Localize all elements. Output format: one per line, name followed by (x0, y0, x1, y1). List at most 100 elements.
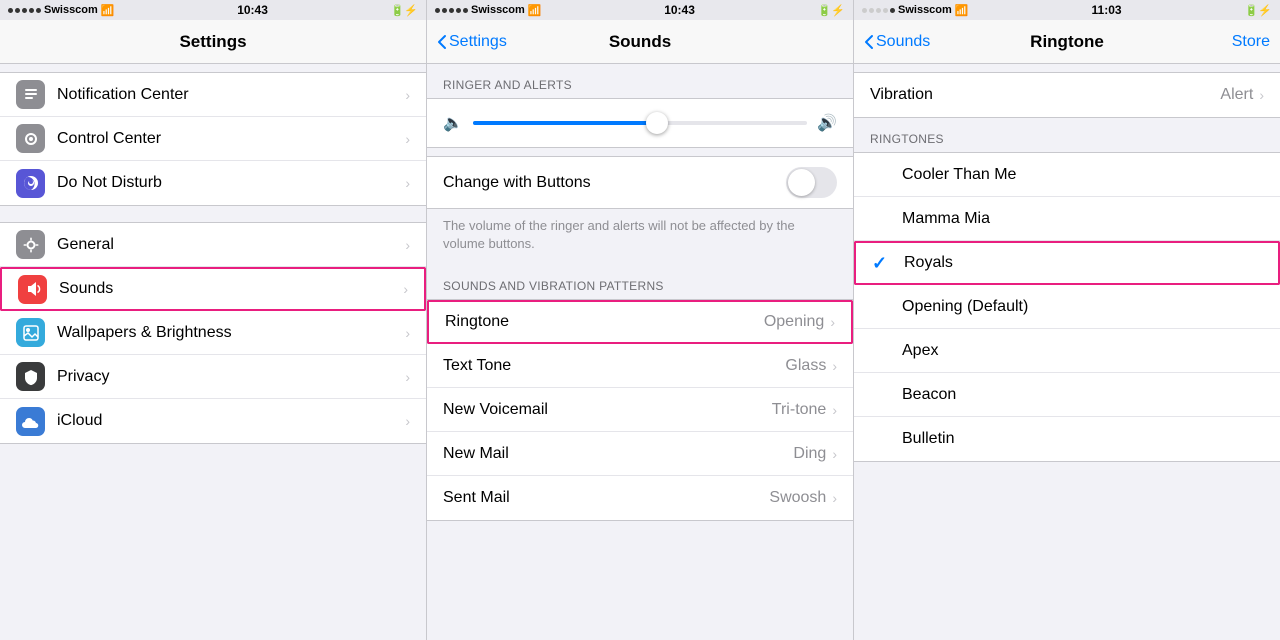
patterns-section-header: SOUNDS AND VIBRATION PATTERNS (427, 265, 853, 299)
chevron-icon: › (832, 402, 837, 418)
sounds-label: Sounds (59, 280, 403, 298)
chevron-icon: › (405, 325, 410, 341)
ringtone-item-opening[interactable]: Opening (Default) (854, 285, 1280, 329)
settings-item-wallpapers[interactable]: Wallpapers & Brightness › (0, 311, 426, 355)
new-voicemail-value: Tri-tone (772, 401, 827, 419)
sounds-item-ringtone[interactable]: Ringtone Opening › (427, 300, 853, 344)
control-center-icon (16, 124, 45, 153)
sounds-item-text-tone[interactable]: Text Tone Glass › (427, 344, 853, 388)
privacy-icon (16, 362, 45, 391)
new-mail-label: New Mail (443, 445, 793, 463)
ringtone-label-royals: Royals (904, 254, 1262, 272)
time-3: 11:03 (1092, 3, 1122, 17)
sounds-item-new-mail[interactable]: New Mail Ding › (427, 432, 853, 476)
settings-item-general[interactable]: General › (0, 223, 426, 267)
check-icon-opening (870, 296, 892, 317)
chevron-icon: › (405, 369, 410, 385)
volume-high-icon: 🔊 (817, 113, 837, 133)
settings-item-notification-center[interactable]: Notification Center › (0, 73, 426, 117)
check-icon-beacon (870, 384, 892, 405)
text-tone-value: Glass (785, 357, 826, 375)
change-with-buttons-toggle[interactable] (786, 167, 837, 198)
volume-low-icon: 🔈 (443, 113, 463, 133)
change-with-buttons-row: Change with Buttons (427, 156, 853, 209)
status-bar-3: Swisscom 📶 11:03 🔋⚡ (854, 0, 1280, 20)
ringtone-label-beacon: Beacon (902, 386, 1264, 404)
status-right-3: 🔋⚡ (1245, 4, 1272, 17)
chevron-icon: › (405, 87, 410, 103)
signal-dots-1 (8, 8, 41, 13)
store-button[interactable]: Store (1232, 33, 1270, 51)
settings-list-2: General › Sounds › Wallpapers & Brightne… (0, 222, 426, 444)
sounds-panel: Swisscom 📶 10:43 🔋⚡ Settings Sounds RING… (427, 0, 854, 640)
sounds-item-sent-mail[interactable]: Sent Mail Swoosh › (427, 476, 853, 520)
sent-mail-value: Swoosh (769, 489, 826, 507)
sounds-back-button[interactable]: Settings (437, 33, 507, 51)
sent-mail-label: Sent Mail (443, 489, 769, 507)
status-bar-2: Swisscom 📶 10:43 🔋⚡ (427, 0, 853, 20)
status-left-2: Swisscom 📶 (435, 4, 542, 17)
settings-item-privacy[interactable]: Privacy › (0, 355, 426, 399)
icloud-label: iCloud (57, 412, 405, 430)
sounds-title: Sounds (609, 32, 671, 52)
battery-icon-2: 🔋⚡ (818, 4, 845, 17)
ringtone-nav-bar: Sounds Ringtone Store (854, 20, 1280, 64)
wallpapers-label: Wallpapers & Brightness (57, 324, 405, 342)
settings-item-do-not-disturb[interactable]: Do Not Disturb › (0, 161, 426, 205)
volume-slider-track[interactable] (473, 121, 807, 125)
text-tone-label: Text Tone (443, 357, 785, 375)
settings-item-control-center[interactable]: Control Center › (0, 117, 426, 161)
ringtone-item-cooler-than-me[interactable]: Cooler Than Me (854, 153, 1280, 197)
ringtone-item-mamma-mia[interactable]: Mamma Mia (854, 197, 1280, 241)
vibration-row[interactable]: Vibration Alert › (854, 73, 1280, 117)
ringtone-label-opening: Opening (Default) (902, 298, 1264, 316)
chevron-icon: › (832, 490, 837, 506)
wallpaper-icon (16, 318, 45, 347)
change-with-buttons-label: Change with Buttons (443, 174, 786, 192)
ringtone-back-button[interactable]: Sounds (864, 33, 930, 51)
ringer-slider-container: 🔈 🔊 (427, 98, 853, 148)
time-2: 10:43 (664, 3, 695, 17)
check-icon-cooler (870, 164, 892, 185)
ringtone-label: Ringtone (445, 313, 764, 331)
chevron-icon: › (403, 281, 408, 297)
sounds-item-new-voicemail[interactable]: New Voicemail Tri-tone › (427, 388, 853, 432)
settings-item-icloud[interactable]: iCloud › (0, 399, 426, 443)
status-right-1: 🔋⚡ (391, 4, 418, 17)
ringtone-label-bulletin: Bulletin (902, 430, 1264, 448)
settings-item-sounds[interactable]: Sounds › (0, 267, 426, 311)
chevron-icon: › (405, 413, 410, 429)
notification-center-label: Notification Center (57, 86, 405, 104)
chevron-icon: › (830, 314, 835, 330)
ringtones-list: Cooler Than Me Mamma Mia ✓ Royals Openin… (854, 152, 1280, 462)
notification-center-icon (16, 80, 45, 109)
ringtone-item-apex[interactable]: Apex (854, 329, 1280, 373)
do-not-disturb-icon (16, 169, 45, 198)
battery-icon-3: 🔋⚡ (1245, 4, 1272, 17)
status-bar-1: Swisscom 📶 10:43 🔋⚡ (0, 0, 426, 20)
vibration-value: Alert (1220, 86, 1253, 104)
volume-slider-thumb[interactable] (646, 112, 668, 134)
ringtone-label-mamma: Mamma Mia (902, 210, 1264, 228)
status-left-1: Swisscom 📶 (8, 4, 115, 17)
sounds-nav-bar: Settings Sounds (427, 20, 853, 64)
ringtone-back-label: Sounds (876, 33, 930, 51)
general-icon (16, 230, 45, 259)
carrier-2: Swisscom (471, 4, 525, 16)
ringtone-item-beacon[interactable]: Beacon (854, 373, 1280, 417)
control-center-label: Control Center (57, 130, 405, 148)
toggle-knob (788, 169, 815, 196)
vibration-group: Vibration Alert › (854, 72, 1280, 118)
do-not-disturb-label: Do Not Disturb (57, 174, 405, 192)
chevron-icon: › (405, 131, 410, 147)
volume-slider-row: 🔈 🔊 (443, 113, 837, 133)
new-mail-value: Ding (793, 445, 826, 463)
ringtone-item-bulletin[interactable]: Bulletin (854, 417, 1280, 461)
wifi-icon-3: 📶 (955, 4, 969, 17)
ringtone-value: Opening (764, 313, 825, 331)
chevron-icon: › (1259, 87, 1264, 103)
check-icon-bulletin (870, 429, 892, 450)
ringtone-item-royals[interactable]: ✓ Royals (854, 241, 1280, 285)
chevron-icon: › (405, 237, 410, 253)
check-icon-royals: ✓ (872, 253, 894, 274)
